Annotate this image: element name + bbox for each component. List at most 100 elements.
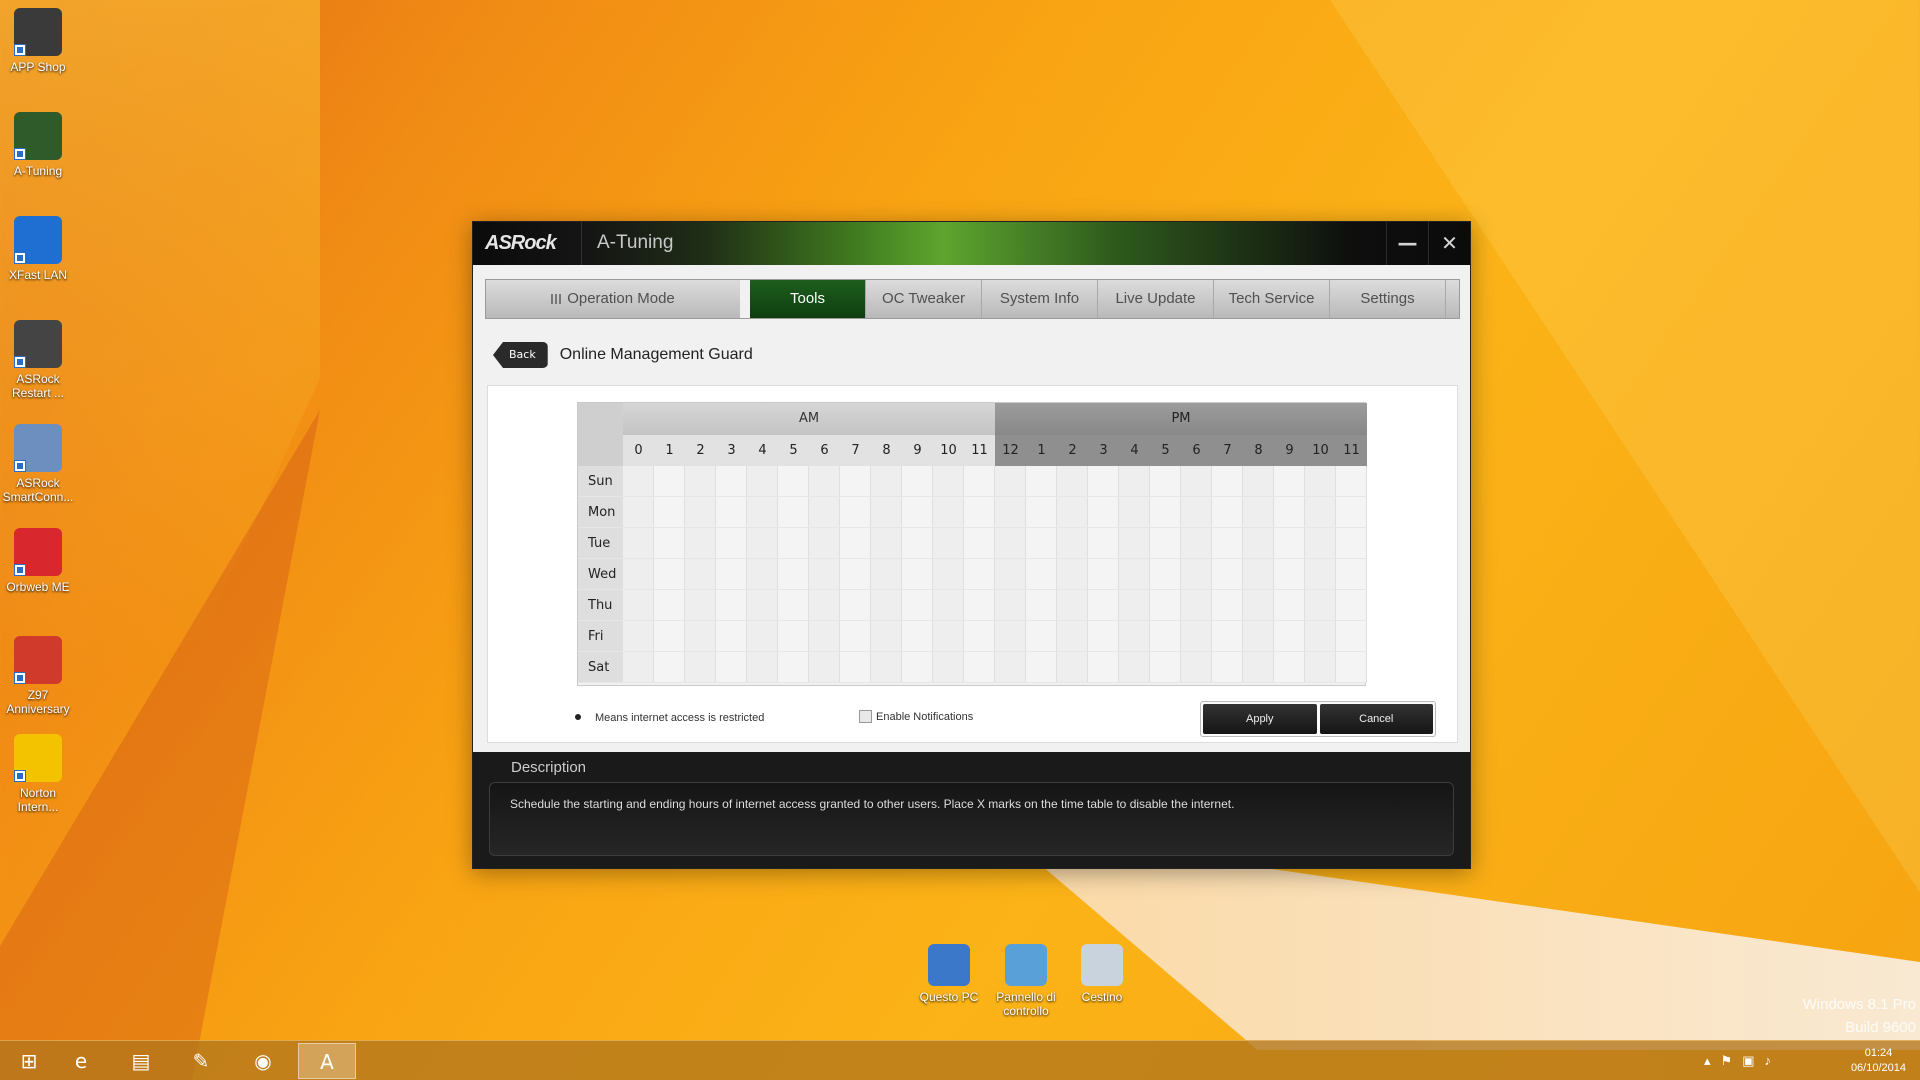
- time-slot[interactable]: [1026, 652, 1057, 682]
- hour-pm-3[interactable]: 3: [1088, 435, 1119, 466]
- time-slot[interactable]: [1057, 466, 1088, 496]
- time-slot[interactable]: [654, 590, 685, 620]
- time-slot[interactable]: [1026, 559, 1057, 589]
- time-slot[interactable]: [964, 528, 995, 558]
- time-slot[interactable]: [871, 466, 902, 496]
- time-slot[interactable]: [1305, 528, 1336, 558]
- network-icon[interactable]: ▣: [1742, 1053, 1764, 1068]
- desktop-icon[interactable]: Orbweb ME: [0, 528, 78, 594]
- time-slot[interactable]: [778, 528, 809, 558]
- time-slot[interactable]: [1119, 559, 1150, 589]
- time-slot[interactable]: [1243, 528, 1274, 558]
- show-hidden-icons-icon[interactable]: ▴: [1704, 1053, 1721, 1068]
- time-slot[interactable]: [1181, 497, 1212, 527]
- time-slot[interactable]: [1274, 590, 1305, 620]
- time-slot[interactable]: [1181, 621, 1212, 651]
- hour-pm-1[interactable]: 1: [1026, 435, 1057, 466]
- time-slot[interactable]: [1150, 621, 1181, 651]
- time-slot[interactable]: [1181, 590, 1212, 620]
- time-slot[interactable]: [871, 528, 902, 558]
- desktop-icon[interactable]: A-Tuning: [0, 112, 78, 178]
- atuning-taskbar-button[interactable]: A: [298, 1043, 356, 1079]
- time-slot[interactable]: [778, 621, 809, 651]
- time-slot[interactable]: [1150, 559, 1181, 589]
- hour-am-11[interactable]: 11: [964, 435, 995, 466]
- hour-pm-7[interactable]: 7: [1212, 435, 1243, 466]
- time-slot[interactable]: [1088, 621, 1119, 651]
- tab-tech-service[interactable]: Tech Service: [1214, 280, 1330, 318]
- time-slot[interactable]: [685, 528, 716, 558]
- time-slot[interactable]: [747, 590, 778, 620]
- time-slot[interactable]: [1336, 497, 1367, 527]
- time-slot[interactable]: [964, 559, 995, 589]
- enable-notifications[interactable]: Enable Notifications: [859, 710, 973, 723]
- time-slot[interactable]: [995, 528, 1026, 558]
- time-slot[interactable]: [933, 497, 964, 527]
- time-slot[interactable]: [840, 652, 871, 682]
- operation-mode-button[interactable]: Operation Mode: [486, 280, 750, 318]
- time-slot[interactable]: [1057, 652, 1088, 682]
- time-slot[interactable]: [1305, 590, 1336, 620]
- time-slot[interactable]: [1150, 652, 1181, 682]
- desktop-icon[interactable]: Norton Intern...: [0, 734, 78, 814]
- time-slot[interactable]: [654, 559, 685, 589]
- time-slot[interactable]: [1181, 528, 1212, 558]
- ie-taskbar-button[interactable]: e: [52, 1043, 110, 1079]
- time-slot[interactable]: [1212, 652, 1243, 682]
- time-slot[interactable]: [1119, 590, 1150, 620]
- time-slot[interactable]: [778, 590, 809, 620]
- time-slot[interactable]: [1088, 466, 1119, 496]
- time-slot[interactable]: [1274, 621, 1305, 651]
- time-slot[interactable]: [1057, 497, 1088, 527]
- time-slot[interactable]: [716, 652, 747, 682]
- time-slot[interactable]: [840, 497, 871, 527]
- time-slot[interactable]: [964, 497, 995, 527]
- volume-icon[interactable]: ♪: [1764, 1053, 1781, 1068]
- time-slot[interactable]: [1119, 621, 1150, 651]
- time-slot[interactable]: [871, 590, 902, 620]
- time-slot[interactable]: [1243, 466, 1274, 496]
- time-slot[interactable]: [809, 621, 840, 651]
- hour-am-0[interactable]: 0: [623, 435, 654, 466]
- time-slot[interactable]: [1305, 559, 1336, 589]
- hour-am-8[interactable]: 8: [871, 435, 902, 466]
- time-slot[interactable]: [1305, 497, 1336, 527]
- tray-icons[interactable]: ▴⚑▣♪: [1704, 1053, 1781, 1069]
- time-slot[interactable]: [1150, 497, 1181, 527]
- time-slot[interactable]: [840, 590, 871, 620]
- time-slot[interactable]: [964, 652, 995, 682]
- time-slot[interactable]: [1119, 528, 1150, 558]
- day-label[interactable]: Thu: [578, 590, 623, 620]
- time-slot[interactable]: [716, 497, 747, 527]
- minimize-button[interactable]: —: [1386, 222, 1428, 265]
- time-slot[interactable]: [623, 559, 654, 589]
- time-slot[interactable]: [654, 466, 685, 496]
- time-slot[interactable]: [1181, 559, 1212, 589]
- time-slot[interactable]: [716, 528, 747, 558]
- hour-pm-6[interactable]: 6: [1181, 435, 1212, 466]
- time-slot[interactable]: [1026, 528, 1057, 558]
- time-slot[interactable]: [1119, 652, 1150, 682]
- desktop-icon[interactable]: APP Shop: [0, 8, 78, 74]
- time-slot[interactable]: [1274, 528, 1305, 558]
- time-slot[interactable]: [1212, 497, 1243, 527]
- time-slot[interactable]: [1026, 497, 1057, 527]
- time-slot[interactable]: [809, 559, 840, 589]
- time-slot[interactable]: [1243, 559, 1274, 589]
- time-slot[interactable]: [1336, 559, 1367, 589]
- desktop-icon[interactable]: Pannello di controllo: [986, 944, 1066, 1018]
- time-slot[interactable]: [1212, 590, 1243, 620]
- time-slot[interactable]: [654, 528, 685, 558]
- time-slot[interactable]: [809, 652, 840, 682]
- hour-pm-5[interactable]: 5: [1150, 435, 1181, 466]
- time-slot[interactable]: [685, 497, 716, 527]
- time-slot[interactable]: [809, 528, 840, 558]
- time-slot[interactable]: [1336, 590, 1367, 620]
- time-slot[interactable]: [623, 528, 654, 558]
- day-label[interactable]: Mon: [578, 497, 623, 527]
- time-slot[interactable]: [902, 590, 933, 620]
- time-slot[interactable]: [1274, 466, 1305, 496]
- time-slot[interactable]: [933, 652, 964, 682]
- time-slot[interactable]: [623, 466, 654, 496]
- hour-pm-11[interactable]: 11: [1336, 435, 1367, 466]
